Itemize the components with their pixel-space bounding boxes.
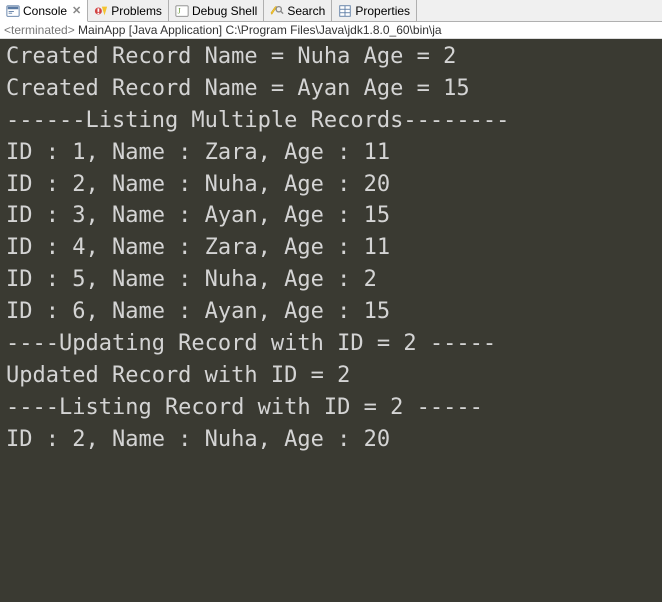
tab-debug-shell[interactable]: J Debug Shell xyxy=(169,0,264,21)
debug-shell-icon: J xyxy=(175,4,189,18)
terminated-label: <terminated> xyxy=(4,23,75,37)
console-icon xyxy=(6,4,20,18)
properties-icon xyxy=(338,4,352,18)
svg-text:J: J xyxy=(178,6,181,15)
tab-label: Console xyxy=(23,4,67,18)
tab-problems[interactable]: Problems xyxy=(88,0,169,21)
tab-label: Debug Shell xyxy=(192,4,257,18)
launch-description: MainApp [Java Application] C:\Program Fi… xyxy=(75,23,442,37)
problems-icon xyxy=(94,4,108,18)
tab-label: Search xyxy=(287,4,325,18)
tab-properties[interactable]: Properties xyxy=(332,0,417,21)
tab-label: Problems xyxy=(111,4,162,18)
close-icon[interactable]: ✕ xyxy=(72,4,81,17)
tab-search[interactable]: Search xyxy=(264,0,332,21)
tab-console[interactable]: Console ✕ xyxy=(0,0,88,22)
tab-label: Properties xyxy=(355,4,410,18)
console-output[interactable]: Created Record Name = Nuha Age = 2 Creat… xyxy=(0,39,662,602)
launch-status-line: <terminated> MainApp [Java Application] … xyxy=(0,22,662,39)
search-icon xyxy=(270,4,284,18)
view-tab-bar: Console ✕ Problems J Debug Shell Search … xyxy=(0,0,662,22)
